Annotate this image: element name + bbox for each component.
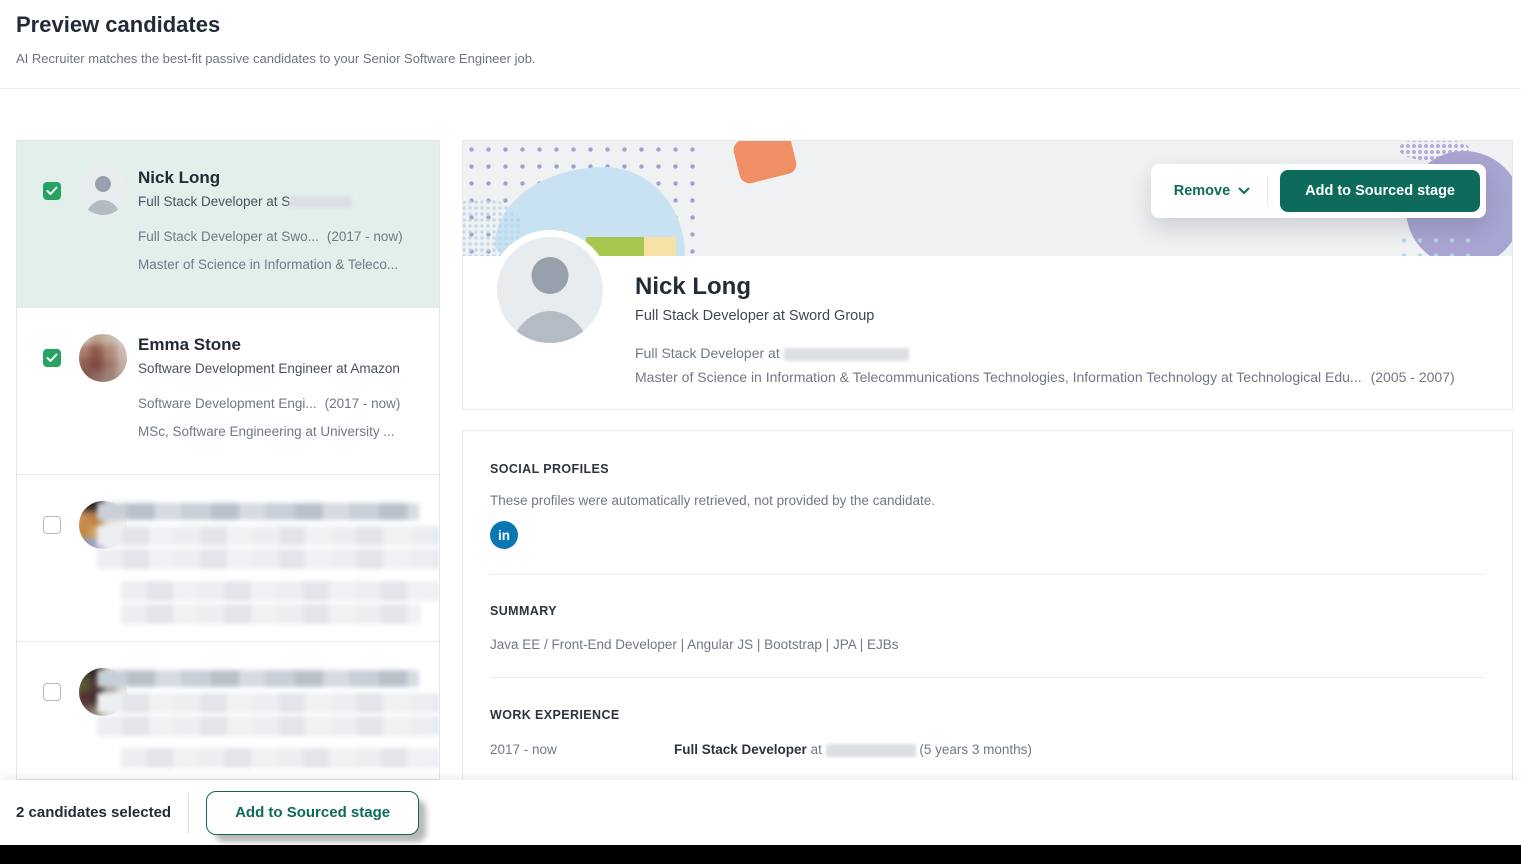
remove-label: Remove bbox=[1174, 183, 1230, 199]
work-experience-section: WORK EXPERIENCE 2017 - now Full Stack De… bbox=[490, 678, 1485, 757]
experience-dates: (2017 - now) bbox=[327, 229, 403, 244]
profile-card: Remove Add to Sourced stage Nick Long Fu… bbox=[462, 140, 1513, 410]
profile-info: Nick Long Full Stack Developer at Sword … bbox=[635, 272, 1485, 385]
candidate-card-emma-stone[interactable]: Emma Stone Software Development Engineer… bbox=[17, 308, 439, 475]
social-profiles-section: SOCIAL PROFILES These profiles were auto… bbox=[490, 431, 1485, 549]
candidate-card-nick-long[interactable]: Nick Long Full Stack Developer at S Full… bbox=[17, 141, 439, 308]
profile-details-card: SOCIAL PROFILES These profiles were auto… bbox=[462, 430, 1513, 782]
page-title: Preview candidates bbox=[16, 12, 220, 38]
candidate-list: Nick Long Full Stack Developer at S Full… bbox=[16, 140, 440, 780]
profile-avatar bbox=[490, 230, 610, 350]
candidate-card-redacted-1[interactable] bbox=[17, 475, 439, 642]
chevron-down-icon bbox=[1238, 187, 1250, 195]
work-experience-row: 2017 - now Full Stack Developer at (5 ye… bbox=[490, 742, 1485, 757]
candidate-experience: Software Development Engi... (2017 - now) bbox=[138, 395, 423, 413]
candidate-checkbox[interactable] bbox=[43, 683, 61, 701]
work-role: Full Stack Developer at (5 years 3 month… bbox=[674, 742, 1032, 757]
candidate-education: MSc, Software Engineering at University … bbox=[138, 423, 423, 441]
social-profiles-title: SOCIAL PROFILES bbox=[490, 462, 1485, 476]
redacted-company-text bbox=[826, 744, 916, 757]
action-divider bbox=[1267, 176, 1268, 206]
candidate-experience: Full Stack Developer at Swo... (2017 - no… bbox=[138, 228, 423, 246]
page-subtitle: AI Recruiter matches the best-fit passiv… bbox=[16, 51, 536, 66]
profile-action-bar: Remove Add to Sourced stage bbox=[1151, 164, 1486, 218]
add-to-sourced-stage-footer-button[interactable]: Add to Sourced stage bbox=[206, 791, 419, 835]
work-duration: (5 years 3 months) bbox=[919, 742, 1032, 757]
redacted-company-text bbox=[290, 196, 352, 208]
profile-education: Master of Science in Information & Telec… bbox=[635, 369, 1485, 385]
candidate-name: Emma Stone bbox=[138, 334, 423, 356]
candidate-name: Nick Long bbox=[138, 167, 423, 189]
bottom-black-strip bbox=[0, 845, 1521, 864]
work-experience-title: WORK EXPERIENCE bbox=[490, 708, 1485, 722]
education-dates: (2005 - 2007) bbox=[1371, 369, 1455, 385]
role-text: Full Stack Developer bbox=[674, 742, 807, 757]
redacted-company-text bbox=[784, 348, 909, 361]
candidate-summary: Emma Stone Software Development Engineer… bbox=[138, 334, 423, 441]
page-header: Preview candidates AI Recruiter matches … bbox=[0, 0, 1521, 89]
selection-footer-bar: 2 candidates selected Add to Sourced sta… bbox=[0, 780, 1521, 845]
decor-blue-dot-grid bbox=[1396, 233, 1476, 256]
connector-text: at bbox=[807, 742, 826, 757]
decor-orange-shape bbox=[732, 141, 799, 185]
education-text: Master of Science in Information & Telec… bbox=[635, 369, 1362, 385]
preview-candidates-page: Preview candidates AI Recruiter matches … bbox=[0, 0, 1521, 864]
experience-dates: (2017 - now) bbox=[325, 396, 401, 411]
candidate-card-redacted-2[interactable] bbox=[17, 642, 439, 780]
work-dates: 2017 - now bbox=[490, 742, 674, 757]
candidate-summary: Nick Long Full Stack Developer at S Full… bbox=[138, 167, 423, 274]
experience-text: Full Stack Developer at bbox=[635, 345, 780, 361]
profile-name: Nick Long bbox=[635, 272, 1485, 302]
candidate-headline: Full Stack Developer at S bbox=[138, 193, 423, 211]
candidate-photo-blurred bbox=[79, 334, 127, 382]
summary-title: SUMMARY bbox=[490, 604, 1485, 618]
redacted-candidate-text bbox=[97, 670, 440, 771]
summary-text: Java EE / Front-End Developer | Angular … bbox=[490, 637, 1485, 652]
footer-divider bbox=[188, 793, 189, 833]
candidate-checkbox[interactable] bbox=[43, 182, 61, 200]
linkedin-icon[interactable]: in bbox=[490, 521, 518, 549]
check-icon bbox=[46, 353, 58, 363]
profile-experience: Full Stack Developer at bbox=[635, 345, 1485, 361]
candidate-checkbox[interactable] bbox=[43, 349, 61, 367]
experience-text: Full Stack Developer at Swo... bbox=[138, 229, 319, 244]
candidate-headline: Software Development Engineer at Amazon bbox=[138, 360, 423, 378]
check-icon bbox=[46, 186, 58, 196]
profile-headline: Full Stack Developer at Sword Group bbox=[635, 308, 1485, 324]
social-profiles-note: These profiles were automatically retrie… bbox=[490, 493, 1485, 508]
candidate-checkbox[interactable] bbox=[43, 516, 61, 534]
remove-button[interactable]: Remove bbox=[1157, 173, 1267, 209]
selected-count: 2 candidates selected bbox=[16, 804, 171, 821]
headline-text: Full Stack Developer at S bbox=[138, 194, 290, 209]
experience-text: Software Development Engi... bbox=[138, 396, 317, 411]
person-avatar-icon bbox=[79, 167, 127, 215]
summary-section: SUMMARY Java EE / Front-End Developer | … bbox=[490, 575, 1485, 652]
add-to-sourced-stage-button[interactable]: Add to Sourced stage bbox=[1280, 170, 1480, 212]
redacted-candidate-text bbox=[97, 503, 440, 624]
candidate-education: Master of Science in Information & Telec… bbox=[138, 256, 423, 274]
